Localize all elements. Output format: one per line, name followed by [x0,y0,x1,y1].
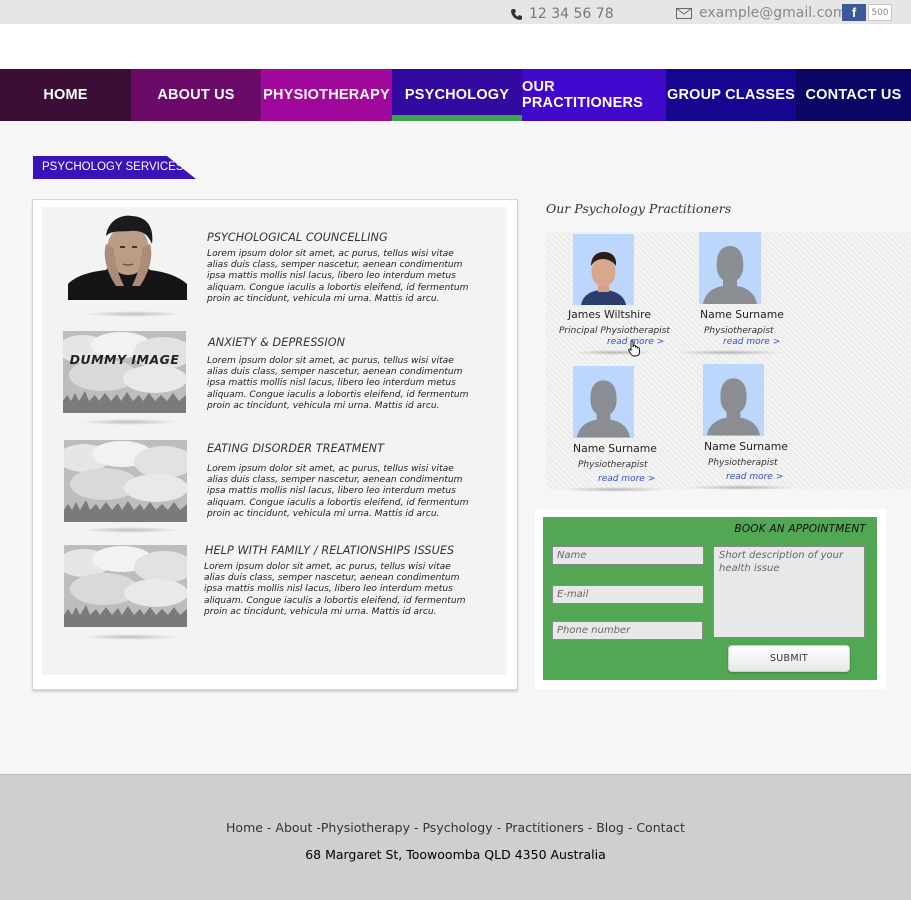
footer-separator: - [262,820,276,835]
clouds-placeholder-image: DUMMY IMAGE [63,331,186,413]
image-shadow [80,527,180,533]
phone-contact: 12 34 56 78 [510,6,614,22]
service-title: ANXIETY & DEPRESSION [208,336,346,349]
practitioner-role: Physiotherapist [578,460,648,470]
service-title: HELP WITH FAMILY / RELATIONSHIPS ISSUES [205,544,455,557]
person-silhouette-icon[interactable] [703,364,764,436]
clouds-placeholder-image [64,440,187,522]
footer-separator: - [583,820,597,835]
practitioner-name: Name Surname [704,440,788,453]
facebook-like-widget[interactable]: f 500 [842,4,892,21]
phone-number: 12 34 56 78 [529,6,614,22]
card-shadow [674,350,784,355]
facebook-count: 500 [868,4,892,21]
service-description: Lorem ipsum dolor sit amet, ac purus, te… [207,356,469,411]
header-band [0,24,911,69]
nav-label: HOME [43,87,88,103]
nav-label: CONTACT US [805,87,902,103]
booking-title: BOOK AN APPOINTMENT [734,523,866,535]
main-nav: HOME ABOUT US PHYSIOTHERAPY PSYCHOLOGY O… [0,69,911,121]
phone-icon [511,8,522,20]
nav-label: PHYSIOTHERAPY [263,87,390,103]
nav-item-group-classes[interactable]: GROUP CLASSES [666,69,796,121]
clouds-placeholder-image [64,545,187,627]
booking-box: BOOK AN APPOINTMENT Name E-mail Phone nu… [535,509,886,689]
person-silhouette-icon[interactable] [573,366,634,438]
read-more-link[interactable]: read more > [598,474,655,484]
practitioner-role: Principal Physiotherapist [559,326,670,336]
card-shadow [686,485,796,490]
footer-link-practitioners[interactable]: Practitioners [505,820,584,835]
nav-item-contact-us[interactable]: CONTACT US [796,69,911,121]
service-description: Lorem ipsum dolor sit amet, ac purus, te… [207,249,469,304]
footer-link-blog[interactable]: Blog [596,820,624,835]
footer: Home - About -Physiotherapy - Psychology… [0,774,911,900]
service-description: Lorem ipsum dolor sit amet, ac purus, te… [207,464,469,519]
facebook-icon[interactable]: f [842,4,866,21]
practitioners-panel: James Wiltshire Principal Physiotherapis… [546,232,911,492]
footer-separator: - [410,820,423,835]
nav-label: OUR PRACTITIONERS [522,79,644,111]
booking-form: BOOK AN APPOINTMENT Name E-mail Phone nu… [543,517,877,680]
practitioners-title: Our Psychology Practitioners [546,201,732,216]
description-field[interactable]: Short description of your health issue [713,546,865,638]
card-shadow [574,350,654,355]
image-shadow [84,311,184,317]
person-silhouette-icon[interactable] [699,232,761,304]
service-description: Lorem ipsum dolor sit amet, ac purus, te… [204,562,466,617]
practitioner-photo[interactable] [573,234,634,305]
service-title: PSYCHOLOGICAL COUNCELLING [207,231,388,244]
service-title: EATING DISORDER TREATMENT [207,442,385,455]
hand-cursor-icon [628,340,640,357]
nav-label: ABOUT US [157,87,235,103]
services-panel: PSYCHOLOGICAL COUNCELLING Lorem ipsum do… [32,199,518,690]
footer-address: 68 Margaret St, Toowoomba QLD 4350 Austr… [305,847,606,862]
section-title: PSYCHOLOGY SERVICES [33,156,196,179]
practitioner-name: James Wiltshire [568,308,652,321]
image-shadow [80,634,180,640]
nav-label: PSYCHOLOGY [404,87,510,103]
services-list: PSYCHOLOGICAL COUNCELLING Lorem ipsum do… [42,207,507,675]
nav-item-psychology[interactable]: PSYCHOLOGY [392,69,522,121]
footer-link-contact[interactable]: Contact [636,820,685,835]
nav-item-home[interactable]: HOME [0,69,131,121]
name-field[interactable]: Name [552,546,704,565]
nav-item-physiotherapy[interactable]: PHYSIOTHERAPY [261,69,392,121]
footer-link-psychology[interactable]: Psychology [422,820,492,835]
nav-label: GROUP CLASSES [666,87,796,103]
footer-separator: - [623,820,637,835]
footer-link-physiotherapy[interactable]: Physiotherapy [321,820,410,835]
stressed-man-photo [68,214,187,300]
nav-item-about-us[interactable]: ABOUT US [131,69,261,121]
email-field[interactable]: E-mail [552,585,704,604]
email-contact[interactable]: example@gmail.com [676,5,847,21]
top-contact-bar: 12 34 56 78 example@gmail.com f 500 [0,0,911,24]
card-shadow [560,487,670,492]
practitioner-role: Physiotherapist [704,326,774,336]
envelope-icon [676,7,692,19]
nav-item-our-practitioners[interactable]: OUR PRACTITIONERS [522,69,666,121]
footer-separator: - [312,820,321,835]
footer-link-about[interactable]: About [275,820,312,835]
footer-nav: Home - About -Physiotherapy - Psychology… [0,820,911,835]
footer-separator: - [492,820,506,835]
practitioner-role: Physiotherapist [708,458,778,468]
phone-field[interactable]: Phone number [552,621,703,640]
image-shadow [79,419,179,425]
submit-button[interactable]: SUBMIT [728,645,850,672]
read-more-link[interactable]: read more > [723,337,780,347]
practitioner-name: Name Surname [700,308,784,321]
read-more-link[interactable]: read more > [726,472,783,482]
practitioner-name: Name Surname [573,442,657,455]
email-address[interactable]: example@gmail.com [699,5,847,21]
footer-link-home[interactable]: Home [226,820,263,835]
dummy-image-label: DUMMY IMAGE [69,352,180,367]
